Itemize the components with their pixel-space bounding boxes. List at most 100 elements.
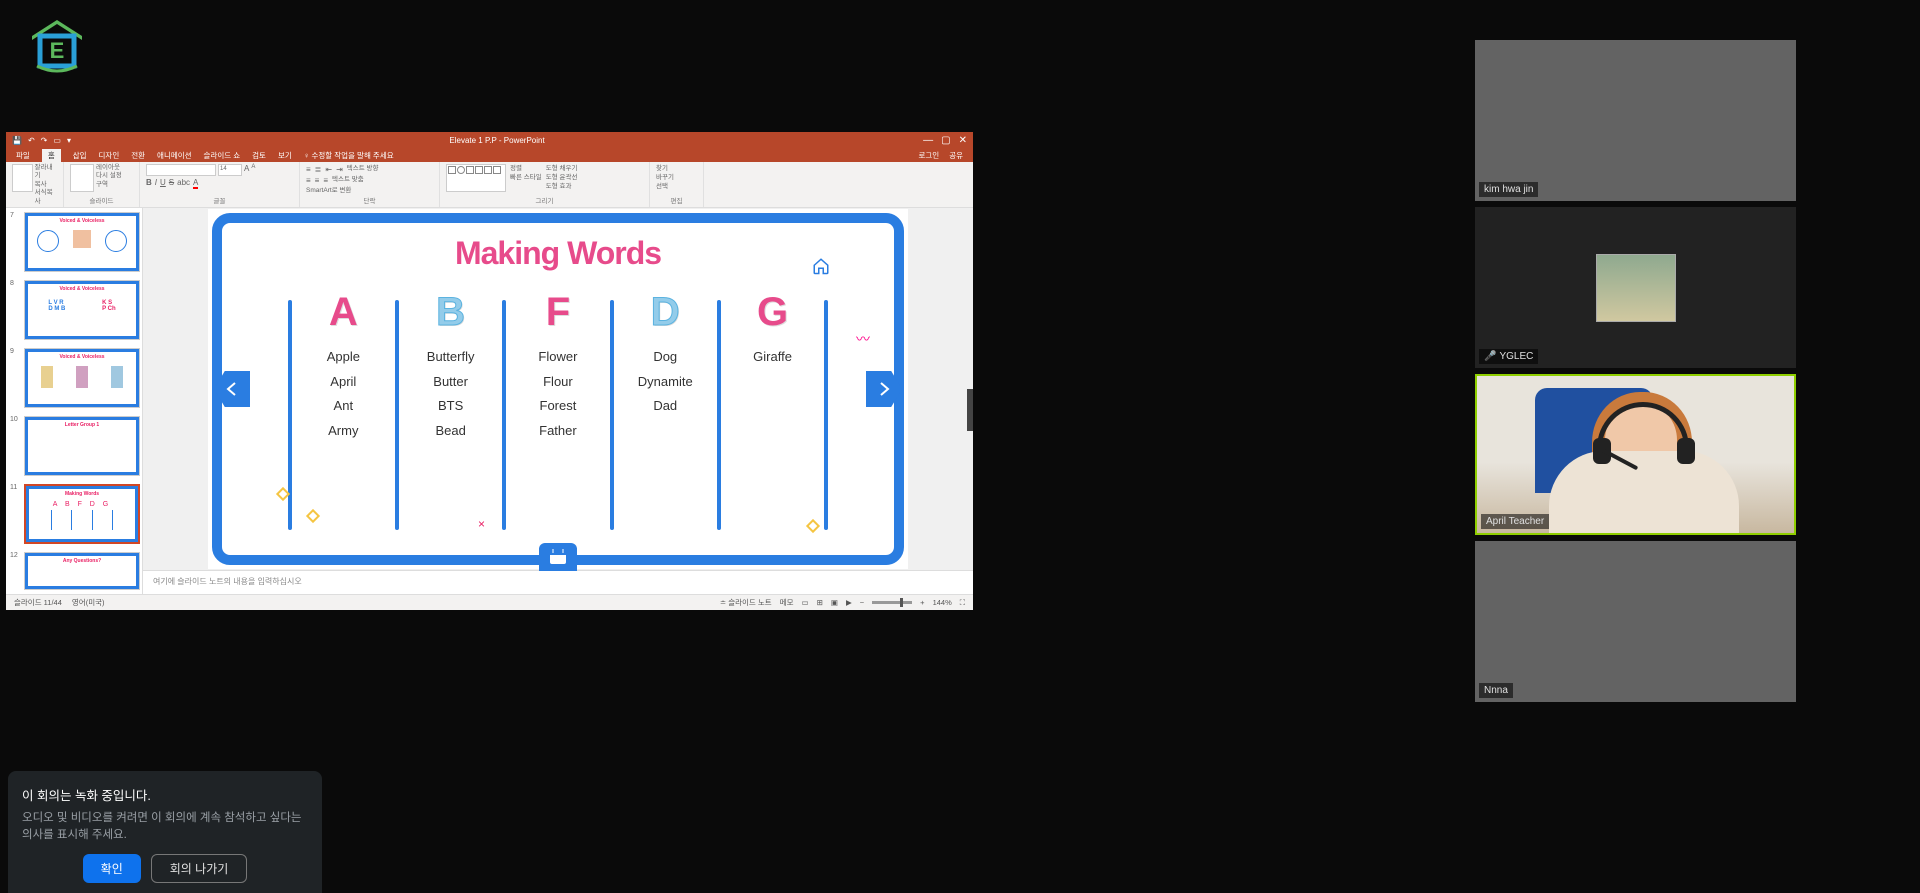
align-right-icon[interactable]: ≡ — [323, 175, 328, 186]
zoom-slider[interactable] — [872, 601, 912, 604]
shape-effects-button[interactable]: 도형 효과 — [546, 182, 578, 191]
participant-tile[interactable]: Nnna — [1475, 541, 1796, 702]
notes-pane[interactable]: 여기에 슬라이드 노트의 내용을 입력하십시오 — [143, 570, 973, 594]
select-button[interactable]: 선택 — [656, 182, 697, 191]
confirm-button[interactable]: 확인 — [83, 854, 141, 883]
thumbnail-12[interactable]: 12 Any Questions? — [6, 548, 142, 594]
close-icon[interactable]: ✕ — [959, 135, 967, 146]
calendar-tab-icon[interactable] — [539, 543, 577, 571]
ppt-body: 7 Voiced & Voiceless 8 Voiced & Voiceles… — [6, 208, 973, 594]
participant-tile-active[interactable]: April Teacher — [1475, 374, 1796, 535]
sign-in[interactable]: 로그인 — [918, 150, 939, 161]
home-icon[interactable] — [812, 257, 830, 275]
menu-home[interactable]: 홈 — [42, 149, 61, 162]
menu-review[interactable]: 검토 — [252, 150, 266, 161]
share-button[interactable]: 공유 — [949, 150, 963, 161]
font-combo[interactable] — [146, 164, 216, 176]
thumbnail-7[interactable]: 7 Voiced & Voiceless — [6, 208, 142, 276]
view-slideshow-icon[interactable]: ▶ — [846, 598, 852, 607]
statusbar: 슬라이드 11/44 영어(미국) ≐ 슬라이드 노트 메모 ▭ ⊞ ▣ ▶ −… — [6, 594, 973, 610]
zoom-out-icon[interactable]: − — [860, 598, 864, 607]
language-status[interactable]: 영어(미국) — [72, 597, 105, 608]
thumbnail-10[interactable]: 10 Letter Group 1 — [6, 412, 142, 480]
italic-icon[interactable]: I — [155, 178, 157, 189]
comments-toggle[interactable]: 메모 — [780, 597, 794, 608]
shapes-gallery[interactable] — [446, 164, 506, 192]
shrink-font-icon[interactable]: A — [251, 164, 255, 176]
participant-tile[interactable]: 🎤YGLEC — [1475, 207, 1796, 368]
fit-to-window-icon[interactable]: ⛶ — [960, 598, 965, 608]
redo-icon[interactable]: ↷ — [41, 136, 48, 145]
participant-name: 🎤YGLEC — [1479, 349, 1538, 364]
align-left-icon[interactable]: ≡ — [306, 175, 311, 186]
thumbnail-11[interactable]: 11 Making WordsA B F D G — [6, 480, 142, 548]
smartart-button[interactable]: SmartArt로 변환 — [306, 186, 433, 195]
underline-icon[interactable]: U — [160, 178, 166, 189]
zoom-in-icon[interactable]: + — [920, 598, 924, 607]
menubar: 파일 홈 삽입 디자인 전환 애니메이션 슬라이드 쇼 검토 보기 ♀ 수정할 … — [6, 148, 973, 162]
ribbon-font: 14 A A B I U S abc A 글꼴 — [140, 162, 300, 207]
menu-transitions[interactable]: 전환 — [131, 150, 145, 161]
text-direction-button[interactable]: 텍스트 방향 — [347, 164, 379, 175]
menu-animations[interactable]: 애니메이션 — [157, 150, 192, 161]
notes-toggle[interactable]: ≐ 슬라이드 노트 — [720, 597, 772, 608]
maximize-icon[interactable]: ▢ — [941, 135, 950, 146]
column-D: D Dog Dynamite Dad — [615, 290, 715, 550]
menu-slideshow[interactable]: 슬라이드 쇼 — [204, 150, 241, 161]
shadow-icon[interactable]: abc — [177, 178, 190, 189]
strike-icon[interactable]: S — [169, 178, 174, 189]
menu-insert[interactable]: 삽입 — [73, 150, 87, 161]
ribbon-clipboard: 잘라내기 복사 서식복사 클립보드 — [6, 162, 64, 207]
leave-meeting-button[interactable]: 회의 나가기 — [151, 854, 248, 883]
save-icon[interactable]: 💾 — [12, 136, 22, 145]
reset-button[interactable]: 다시 설정 — [96, 172, 122, 180]
view-normal-icon[interactable]: ▭ — [802, 598, 809, 607]
ribbon-slides: 레이아웃 다시 설정 구역 슬라이드 — [64, 162, 140, 207]
paste-icon[interactable] — [12, 164, 33, 192]
new-slide-icon[interactable] — [70, 164, 94, 192]
find-button[interactable]: 찾기 — [656, 164, 697, 173]
quick-styles-button[interactable]: 빠른 스타일 — [510, 173, 542, 182]
thumbnails-panel[interactable]: 7 Voiced & Voiceless 8 Voiced & Voiceles… — [6, 208, 143, 594]
tell-me[interactable]: ♀ 수정할 작업을 말해 주세요 — [304, 150, 394, 161]
split-handle[interactable] — [967, 389, 973, 431]
participant-name: April Teacher — [1481, 514, 1549, 529]
menu-file[interactable]: 파일 — [16, 150, 30, 161]
align-text-button[interactable]: 텍스트 맞춤 — [332, 175, 364, 186]
thumbnail-9[interactable]: 9 Voiced & Voiceless — [6, 344, 142, 412]
grow-font-icon[interactable]: A — [244, 164, 249, 176]
dialog-title: 이 회의는 녹화 중입니다. — [22, 785, 308, 804]
menu-view[interactable]: 보기 — [278, 150, 292, 161]
slide-canvas: Making Words A Apple April An — [208, 209, 908, 569]
font-size-combo[interactable]: 14 — [218, 164, 242, 176]
participant-tile[interactable]: kim hwa jin — [1475, 40, 1796, 201]
window-title: Elevate 1 P.P - PowerPoint — [71, 136, 923, 145]
indent-dec-icon[interactable]: ⇤ — [325, 164, 332, 175]
format-painter-button[interactable]: 서식복사 — [35, 189, 57, 206]
menu-design[interactable]: 디자인 — [99, 150, 120, 161]
font-color-icon[interactable]: A — [193, 178, 198, 189]
bold-icon[interactable]: B — [146, 178, 152, 189]
minimize-icon[interactable]: — — [923, 135, 933, 146]
shape-outline-button[interactable]: 도형 윤곽선 — [546, 173, 578, 182]
column-G: G Giraffe — [723, 290, 823, 550]
view-reading-icon[interactable]: ▣ — [831, 598, 838, 607]
ribbon-paragraph: ≡ ≣ ⇤ ⇥ 텍스트 방향 ≡ ≡ ≡ 텍스트 맞춤 SmartArt로 변환… — [300, 162, 440, 207]
recording-dialog: 이 회의는 녹화 중입니다. 오디오 및 비디오를 켜려면 이 회의에 계속 참… — [8, 771, 322, 893]
slide-canvas-wrap[interactable]: Making Words A Apple April An — [143, 208, 973, 570]
view-sorter-icon[interactable]: ⊞ — [817, 598, 823, 607]
zoom-level[interactable]: 144% — [933, 598, 952, 607]
align-center-icon[interactable]: ≡ — [315, 175, 320, 186]
indent-inc-icon[interactable]: ⇥ — [336, 164, 343, 175]
thumbnail-8[interactable]: 8 Voiced & VoicelessL V R D M BK S P Ch — [6, 276, 142, 344]
replace-button[interactable]: 바꾸기 — [656, 173, 697, 182]
slideshow-qat-icon[interactable]: ▭ — [53, 136, 61, 145]
cut-button[interactable]: 잘라내기 — [35, 164, 57, 181]
section-button[interactable]: 구역 — [96, 181, 122, 189]
participants-strip: kim hwa jin 🎤YGLEC April Teacher Nnna — [1475, 40, 1796, 702]
bullets-icon[interactable]: ≡ — [306, 164, 311, 175]
shape-fill-button[interactable]: 도형 채우기 — [546, 164, 578, 173]
undo-icon[interactable]: ↶ — [28, 136, 35, 145]
numbering-icon[interactable]: ≣ — [315, 164, 322, 175]
arrange-button[interactable]: 정렬 — [510, 164, 542, 173]
